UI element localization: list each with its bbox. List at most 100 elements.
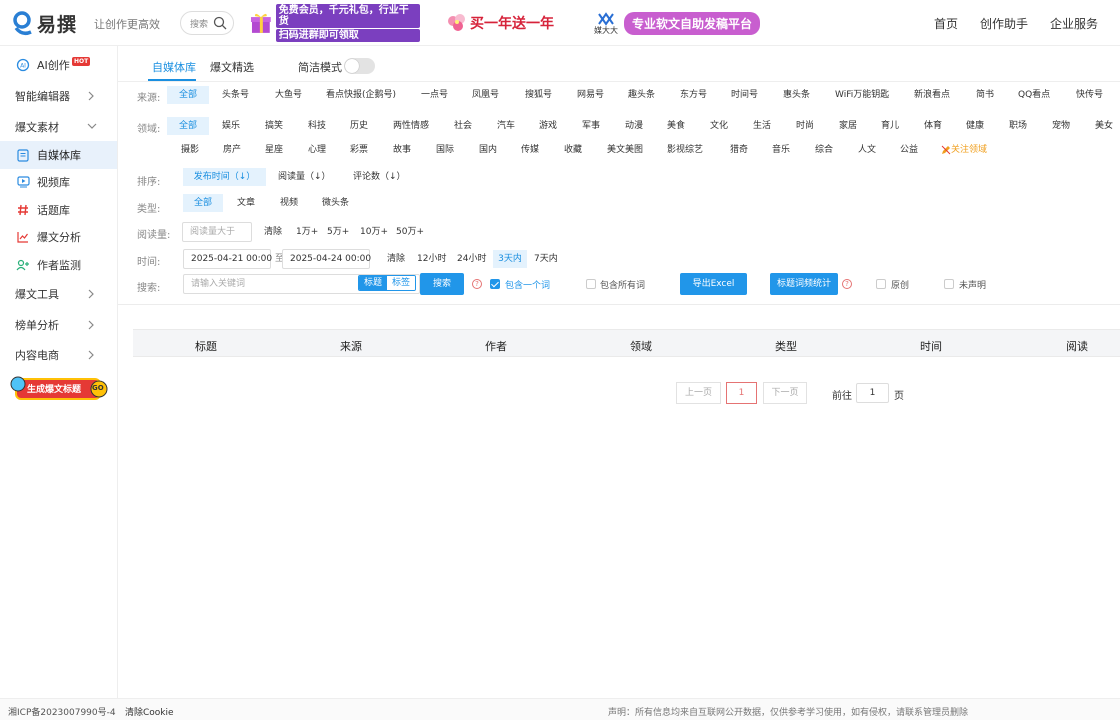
field-chip[interactable]: 健康 <box>966 117 984 135</box>
field-chip[interactable]: 游戏 <box>539 117 557 135</box>
title-frequency-button[interactable]: 标题词频统计 <box>770 273 838 295</box>
scope-tag[interactable]: 标签 <box>387 276 416 290</box>
search-button[interactable]: 搜索 <box>420 273 464 295</box>
source-chip[interactable]: 头条号 <box>222 86 249 104</box>
icp-record[interactable]: 湘ICP备2023007990号-4 <box>8 705 116 718</box>
read-10k[interactable]: 1万+ <box>296 223 318 241</box>
column-title[interactable]: 标题 <box>195 338 217 354</box>
time-end-input[interactable]: 2025-04-24 00:00 <box>282 249 371 269</box>
field2-chip[interactable]: 音乐 <box>772 141 790 159</box>
column-field[interactable]: 领域 <box>630 338 652 354</box>
sidebar-item-author-monitor[interactable]: 作者监测 <box>0 251 117 279</box>
help-icon[interactable]: ? <box>472 279 482 289</box>
nav-assistant[interactable]: 创作助手 <box>980 15 1028 32</box>
field2-chip[interactable]: 星座 <box>265 141 283 159</box>
field-chip[interactable]: 历史 <box>350 117 368 135</box>
field-chip[interactable]: 娱乐 <box>222 117 240 135</box>
column-time[interactable]: 时间 <box>920 338 942 354</box>
prev-page-button[interactable]: 上一页 <box>676 382 721 404</box>
sidebar-item-editor[interactable]: 智能编辑器 <box>0 82 117 110</box>
source-chip[interactable]: 快传号 <box>1076 86 1103 104</box>
clear-cookie-link[interactable]: 清除Cookie <box>125 705 174 718</box>
sidebar-item-ranking[interactable]: 榜单分析 <box>0 311 117 339</box>
source-chip[interactable]: 简书 <box>976 86 994 104</box>
field-chip[interactable]: 两性情感 <box>393 117 429 135</box>
column-source[interactable]: 来源 <box>340 338 362 354</box>
sidebar-item-material[interactable]: 爆文素材 <box>0 113 117 141</box>
source-chip[interactable]: 一点号 <box>421 86 448 104</box>
sidebar-item-tools[interactable]: 爆文工具 <box>0 280 117 308</box>
field2-chip[interactable]: 影视综艺 <box>667 141 703 159</box>
field-chip[interactable]: 全部 <box>167 117 209 135</box>
time-12h[interactable]: 12小时 <box>417 250 446 268</box>
column-read[interactable]: 阅读 <box>1066 338 1088 354</box>
source-chip[interactable]: 东方号 <box>680 86 707 104</box>
field-chip[interactable]: 汽车 <box>497 117 515 135</box>
promo-banner-gift[interactable]: 免费会员，千元礼包，行业干货 扫码进群即可领取 <box>250 4 420 42</box>
field-chip[interactable]: 体育 <box>924 117 942 135</box>
scope-title[interactable]: 标题 <box>359 276 388 290</box>
field-chip[interactable]: 家居 <box>839 117 857 135</box>
source-chip[interactable]: 趣头条 <box>628 86 655 104</box>
field2-chip[interactable]: 国际 <box>436 141 454 159</box>
source-chip[interactable]: 搜狐号 <box>525 86 552 104</box>
sidebar-item-analysis[interactable]: 爆文分析 <box>0 223 117 251</box>
follow-field-link[interactable]: 关注领域 <box>941 141 987 159</box>
header-search[interactable]: 搜索 <box>180 11 234 35</box>
field2-chip[interactable]: 故事 <box>393 141 411 159</box>
sidebar-item-ai[interactable]: AI AI创作 HOT <box>0 51 117 79</box>
field-chip[interactable]: 生活 <box>753 117 771 135</box>
source-chip[interactable]: 新浪看点 <box>914 86 950 104</box>
read-100k[interactable]: 10万+ <box>360 223 388 241</box>
column-author[interactable]: 作者 <box>485 338 507 354</box>
simple-mode-toggle[interactable] <box>344 58 375 74</box>
field-chip[interactable]: 社会 <box>454 117 472 135</box>
field2-chip[interactable]: 美文美图 <box>607 141 643 159</box>
time-clear[interactable]: 清除 <box>387 250 405 268</box>
generate-title-badge[interactable]: 生成爆文标题 GO <box>10 374 108 404</box>
contains-one-checkbox[interactable] <box>490 279 500 289</box>
read-clear[interactable]: 清除 <box>264 223 282 241</box>
field-chip[interactable]: 美女 <box>1095 117 1113 135</box>
current-page[interactable]: 1 <box>726 382 757 404</box>
sidebar-item-media-library[interactable]: 自媒体库 <box>0 141 117 169</box>
export-excel-button[interactable]: 导出Excel <box>680 273 747 295</box>
field-chip[interactable]: 文化 <box>710 117 728 135</box>
column-type[interactable]: 类型 <box>775 338 797 354</box>
type-micro[interactable]: 微头条 <box>322 194 349 212</box>
field-chip[interactable]: 宠物 <box>1052 117 1070 135</box>
source-chip[interactable]: 大鱼号 <box>275 86 302 104</box>
sidebar-item-video-library[interactable]: 视频库 <box>0 168 117 196</box>
field2-chip[interactable]: 彩票 <box>350 141 368 159</box>
read-count-input[interactable]: 阅读量大于 <box>182 222 252 242</box>
read-500k[interactable]: 50万+ <box>396 223 424 241</box>
source-chip[interactable]: 全部 <box>167 86 209 104</box>
source-chip[interactable]: 凤凰号 <box>472 86 499 104</box>
source-chip[interactable]: 网易号 <box>577 86 604 104</box>
sidebar-item-commerce[interactable]: 内容电商 <box>0 341 117 369</box>
source-chip[interactable]: 看点快报(企鹅号) <box>326 86 396 104</box>
source-chip[interactable]: 时间号 <box>731 86 758 104</box>
sort-read-count[interactable]: 阅读量（↓） <box>278 168 331 186</box>
sort-comment-count[interactable]: 评论数（↓） <box>353 168 406 186</box>
field2-chip[interactable]: 国内 <box>479 141 497 159</box>
field-chip[interactable]: 时尚 <box>796 117 814 135</box>
contains-all-checkbox[interactable] <box>586 279 596 289</box>
nav-home[interactable]: 首页 <box>934 15 958 32</box>
logo[interactable]: 易撰 <box>12 9 77 37</box>
promo-banner-sale[interactable]: 买一年送一年 <box>444 10 564 36</box>
time-start-input[interactable]: 2025-04-21 00:00 <box>183 249 272 269</box>
field2-chip[interactable]: 传媒 <box>521 141 539 159</box>
type-all[interactable]: 全部 <box>183 194 223 212</box>
sidebar-item-topic-library[interactable]: 话题库 <box>0 196 117 224</box>
type-video[interactable]: 视频 <box>280 194 298 212</box>
time-7days[interactable]: 7天内 <box>534 250 558 268</box>
undeclared-checkbox[interactable] <box>944 279 954 289</box>
field2-chip[interactable]: 摄影 <box>181 141 199 159</box>
help-icon-frequency[interactable]: ? <box>842 279 852 289</box>
goto-page-input[interactable]: 1 <box>856 383 889 403</box>
field2-chip[interactable]: 综合 <box>815 141 833 159</box>
source-chip[interactable]: QQ看点 <box>1018 86 1050 104</box>
field-chip[interactable]: 职场 <box>1009 117 1027 135</box>
next-page-button[interactable]: 下一页 <box>763 382 807 404</box>
